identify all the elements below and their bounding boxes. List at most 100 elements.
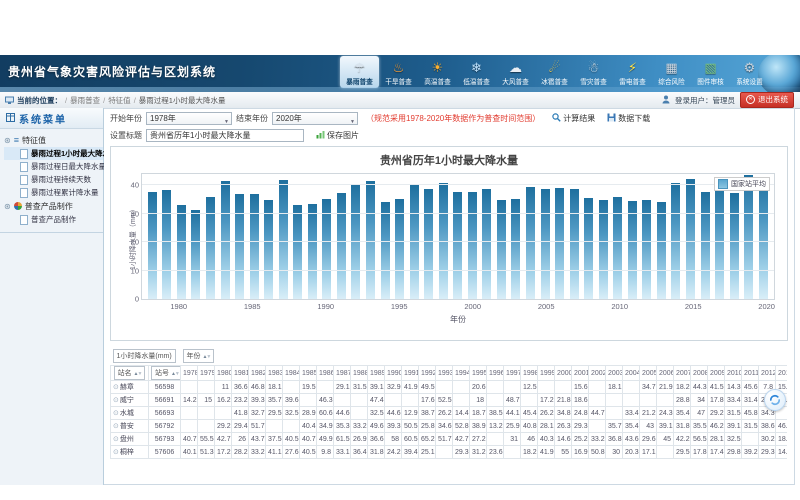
year-column-header[interactable]: 2008 [691, 366, 708, 381]
year-sort-header[interactable]: 年份 ▲▼ [183, 349, 215, 363]
toolbar-item-drought[interactable]: ♨干旱普查 [379, 56, 418, 88]
year-column-header[interactable]: 1988 [351, 366, 368, 381]
sidebar-item[interactable]: 暴雨过程累计降水量 [4, 186, 103, 199]
year-column-header[interactable]: 1978 [181, 366, 198, 381]
station-name-header-box[interactable]: 站名 ▲▼ [114, 366, 146, 380]
year-column-header[interactable]: 1993 [436, 366, 453, 381]
station-table: 1小时降水量(mm)年份 ▲▼站名 ▲▼站号 ▲▼197819791980198… [110, 347, 787, 459]
translate-extension-fab[interactable] [764, 389, 786, 411]
year-column-header[interactable]: 2005 [640, 366, 657, 381]
toolbar-item-rainstorm[interactable]: ☂暴雨普查 [340, 56, 379, 88]
toolbar-item-heat[interactable]: ☀高温普查 [418, 56, 457, 88]
year-column-header[interactable]: 2013 [776, 366, 788, 381]
sidebar-item-label: 暴雨过程持续天数 [31, 174, 91, 185]
value-cell [606, 394, 623, 407]
year-column-header[interactable]: 2003 [606, 366, 623, 381]
year-column-header[interactable]: 1994 [453, 366, 470, 381]
value-cell [317, 381, 334, 394]
value-cell [589, 420, 606, 433]
value-cell [521, 394, 538, 407]
radio-icon[interactable]: ⊙ [113, 410, 119, 417]
year-column-header[interactable]: 1995 [470, 366, 487, 381]
year-column-header[interactable]: 2004 [623, 366, 640, 381]
station-name-header[interactable]: 站名 ▲▼ [111, 366, 149, 381]
toolbar-item-hail[interactable]: ☄冰雹普查 [535, 56, 574, 88]
year-column-header[interactable]: 2006 [657, 366, 674, 381]
start-year-select[interactable]: 1978年 ▼ [146, 112, 232, 125]
year-column-header[interactable]: 1998 [521, 366, 538, 381]
year-column-header[interactable]: 1990 [385, 366, 402, 381]
year-column-header[interactable]: 1992 [419, 366, 436, 381]
menu-group-1[interactable]: ⊛ 普查产品制作 [4, 199, 103, 213]
app-header: 贵州省气象灾害风险评估与区划系统 ☂暴雨普查♨干旱普查☀高温普查❄低温普查☁大风… [0, 55, 800, 92]
toolbar-item-snow[interactable]: ☃雪灾普查 [574, 56, 613, 88]
menu-group-0[interactable]: ⊛≡特征值 [4, 133, 103, 147]
year-column-header[interactable]: 1982 [249, 366, 266, 381]
drought-icon: ♨ [379, 58, 418, 77]
sidebar-item[interactable]: 暴雨过程持续天数 [4, 173, 103, 186]
toolbar-item-risk[interactable]: ▦综合风险 [652, 56, 691, 88]
sidebar-item[interactable]: 暴雨过程1小时最大降水量 [4, 147, 103, 160]
toolbar-item-map-audit[interactable]: ▧图件审核 [691, 56, 730, 88]
app-toolbar: ☂暴雨普查♨干旱普查☀高温普查❄低温普查☁大风普查☄冰雹普查☃雪灾普查⚡雷电普查… [340, 56, 769, 88]
year-column-header[interactable]: 2009 [708, 366, 725, 381]
value-cell [623, 394, 640, 407]
radio-icon[interactable]: ⊙ [113, 423, 119, 430]
chart-bar-1980 [177, 205, 186, 299]
year-column-header[interactable]: 2001 [572, 366, 589, 381]
save-image-button[interactable]: 保存图片 [316, 130, 359, 141]
logout-button[interactable]: ✕ 退出系统 [740, 92, 794, 108]
toolbar-item-lightning[interactable]: ⚡雷电普查 [613, 56, 652, 88]
year-column-header[interactable]: 1996 [487, 366, 504, 381]
value-cell: 32.9 [385, 381, 402, 394]
breadcrumb-item[interactable]: 暴雨普查 [70, 95, 100, 106]
sort-arrows-icon[interactable]: ▲▼ [134, 371, 142, 377]
collapse-icon[interactable]: ⊛ [4, 202, 11, 211]
year-column-header[interactable]: 2007 [674, 366, 691, 381]
radio-icon[interactable]: ⊙ [113, 397, 119, 404]
year-column-header[interactable]: 1980 [215, 366, 232, 381]
breadcrumb-label: 当前的位置： [17, 95, 62, 106]
value-cell [487, 394, 504, 407]
sort-arrows-icon[interactable]: ▲▼ [171, 371, 179, 377]
year-column-header[interactable]: 1985 [300, 366, 317, 381]
breadcrumb-item[interactable]: 特征值 [108, 95, 131, 106]
year-column-header[interactable]: 1981 [232, 366, 249, 381]
calculate-button[interactable]: 计算结果 [552, 113, 595, 124]
station-id-header[interactable]: 站号 ▲▼ [149, 366, 181, 381]
year-column-header[interactable]: 1979 [198, 366, 215, 381]
year-column-header[interactable]: 1986 [317, 366, 334, 381]
year-column-header[interactable]: 1983 [266, 366, 283, 381]
radio-icon[interactable]: ⊙ [113, 449, 119, 456]
collapse-icon[interactable]: ⊛ [4, 136, 11, 145]
value-cell: 29.2 [708, 407, 725, 420]
menu-group-label: 普查产品制作 [25, 201, 73, 212]
value-cell: 29.3 [759, 446, 776, 459]
radio-icon[interactable]: ⊙ [113, 384, 119, 391]
year-column-header[interactable]: 1997 [504, 366, 521, 381]
year-column-header[interactable]: 1984 [283, 366, 300, 381]
year-column-header[interactable]: 2012 [759, 366, 776, 381]
value-cell: 25.2 [572, 433, 589, 446]
year-column-header[interactable]: 1999 [538, 366, 555, 381]
end-year-select[interactable]: 2020年 ▼ [272, 112, 358, 125]
sidebar-item[interactable]: 普查产品制作 [4, 213, 103, 226]
year-column-header[interactable]: 1987 [334, 366, 351, 381]
toolbar-item-cold[interactable]: ❄低温普查 [457, 56, 496, 88]
year-column-header[interactable]: 1991 [402, 366, 419, 381]
sort-arrows-icon[interactable]: ▲▼ [202, 354, 210, 360]
year-column-header[interactable]: 2011 [742, 366, 759, 381]
year-column-header[interactable]: 2000 [555, 366, 572, 381]
download-button[interactable]: 数据下载 [607, 113, 650, 124]
year-column-header[interactable]: 2002 [589, 366, 606, 381]
radio-icon[interactable]: ⊙ [113, 436, 119, 443]
year-column-header[interactable]: 2010 [725, 366, 742, 381]
year-column-header[interactable]: 1989 [368, 366, 385, 381]
toolbar-item-settings[interactable]: ⚙系统设置 [730, 56, 769, 88]
chart-title-input[interactable] [146, 129, 304, 142]
breadcrumb-item[interactable]: 暴雨过程1小时最大降水量 [139, 95, 226, 106]
value-cell [504, 381, 521, 394]
station-id-header-box[interactable]: 站号 ▲▼ [151, 366, 181, 380]
toolbar-item-wind[interactable]: ☁大风普查 [496, 56, 535, 88]
sidebar-item[interactable]: 暴雨过程日最大降水量 [4, 160, 103, 173]
